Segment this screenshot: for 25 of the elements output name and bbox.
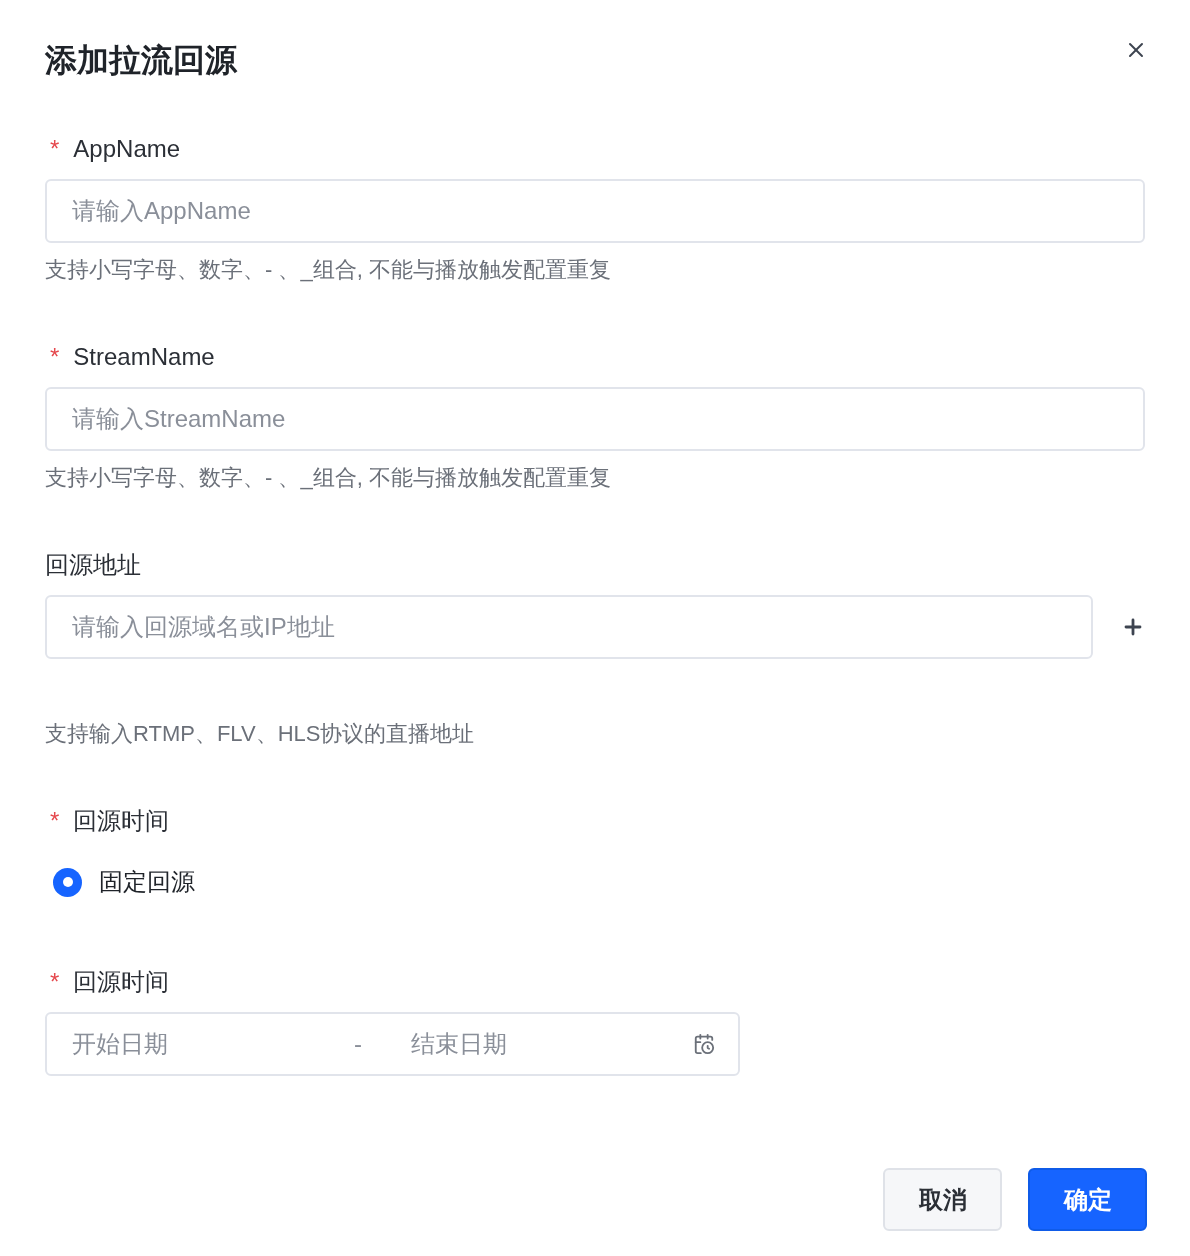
text-field[interactable]: 请输入StreamName — [45, 387, 1145, 451]
field-hint: 支持输入RTMP、FLV、HLS协议的直播地址 — [45, 721, 476, 747]
calendar-icon — [693, 1033, 715, 1055]
required-mark: * — [50, 806, 60, 836]
date-range-field[interactable]: 开始日期 - 结束日期 — [45, 1012, 740, 1076]
radio-label: 固定回源 — [99, 867, 195, 897]
field-label: 回源时间 — [73, 967, 170, 997]
field-label: AppName — [73, 134, 181, 164]
end-date-placeholder: 结束日期 — [411, 1029, 507, 1059]
radio-button[interactable] — [53, 867, 82, 897]
confirm-button[interactable]: 确定 — [1028, 1168, 1147, 1231]
dialog-title: 添加拉流回源 — [45, 41, 237, 80]
field-label: StreamName — [73, 342, 215, 372]
field-hint: 支持小写字母、数字、- 、_组合, 不能与播放触发配置重复 — [45, 465, 612, 491]
cancel-button[interactable]: 取消 — [883, 1168, 1002, 1231]
field-hint: 支持小写字母、数字、- 、_组合, 不能与播放触发配置重复 — [45, 257, 612, 283]
start-date-placeholder: 开始日期 — [72, 1029, 169, 1059]
address-field[interactable]: 请输入回源域名或IP地址 — [45, 595, 1093, 659]
range-separator: - — [354, 1029, 363, 1059]
field-label: 回源地址 — [45, 550, 141, 580]
field-label: 回源时间 — [73, 806, 170, 836]
required-mark: * — [50, 134, 60, 164]
required-mark: * — [50, 342, 60, 372]
required-mark: * — [50, 967, 60, 997]
text-field[interactable]: 请输入AppName — [45, 179, 1145, 243]
